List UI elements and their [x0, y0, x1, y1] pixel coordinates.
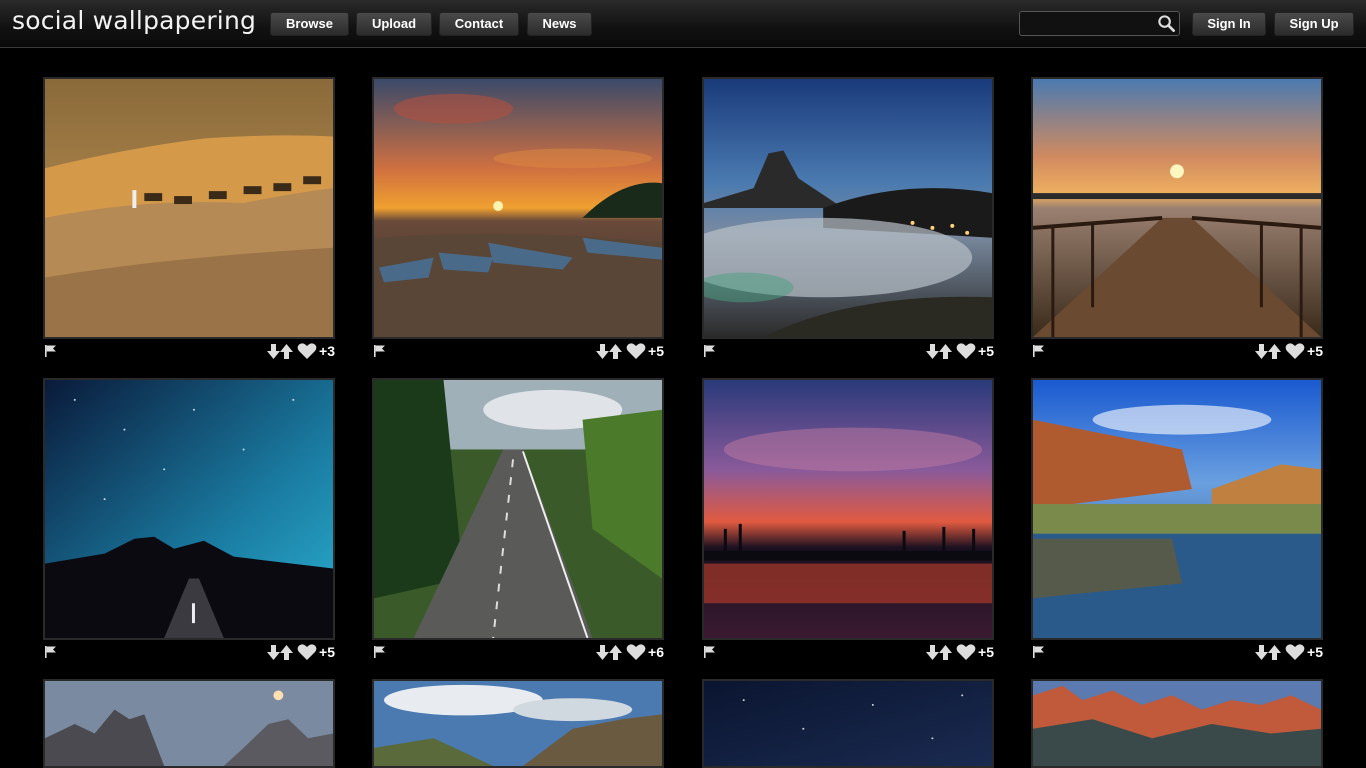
flag-icon[interactable] — [45, 345, 56, 357]
wallpaper-card — [372, 679, 664, 768]
vote-score: +5 — [1307, 343, 1323, 359]
wallpaper-card: +5 — [1031, 77, 1323, 363]
arrow-up-icon[interactable] — [280, 343, 294, 359]
arrow-down-icon[interactable] — [1255, 343, 1269, 359]
wallpaper-grid: +3 +5 +5 +5 +5 +6 +5 +5 — [0, 48, 1366, 768]
arrow-up-icon[interactable] — [939, 644, 953, 660]
vote-controls: +6 — [596, 644, 664, 660]
flag-icon[interactable] — [1033, 345, 1044, 357]
wallpaper-meta: +6 — [372, 640, 664, 664]
vote-controls: +5 — [1255, 343, 1323, 359]
wallpaper-thumbnail[interactable] — [43, 378, 335, 640]
vote-score: +5 — [978, 343, 994, 359]
flag-icon[interactable] — [45, 646, 56, 658]
arrow-down-icon[interactable] — [596, 644, 610, 660]
arrow-down-icon[interactable] — [1255, 644, 1269, 660]
search-input[interactable] — [1024, 14, 1158, 35]
flag-icon[interactable] — [704, 345, 715, 357]
search-box — [1019, 11, 1180, 36]
heart-icon[interactable] — [626, 343, 646, 359]
arrow-up-icon[interactable] — [609, 343, 623, 359]
arrow-down-icon[interactable] — [267, 343, 281, 359]
vote-controls: +5 — [267, 644, 335, 660]
heart-icon[interactable] — [297, 343, 317, 359]
wallpaper-meta: +5 — [43, 640, 335, 664]
sign-up-button[interactable]: Sign Up — [1274, 12, 1354, 36]
wallpaper-card — [1031, 679, 1323, 768]
wallpaper-thumbnail[interactable] — [1031, 378, 1323, 640]
sign-in-button[interactable]: Sign In — [1192, 12, 1266, 36]
wallpaper-card: +5 — [372, 77, 664, 363]
flag-icon[interactable] — [374, 345, 385, 357]
wallpaper-card: +5 — [702, 378, 994, 664]
search-icon[interactable] — [1157, 14, 1176, 33]
wallpaper-meta: +5 — [702, 339, 994, 363]
vote-controls: +5 — [926, 644, 994, 660]
arrow-down-icon[interactable] — [267, 644, 281, 660]
arrow-up-icon[interactable] — [1268, 644, 1282, 660]
arrow-up-icon[interactable] — [609, 644, 623, 660]
upload-button[interactable]: Upload — [356, 12, 432, 36]
wallpaper-meta: +5 — [372, 339, 664, 363]
vote-score: +5 — [648, 343, 664, 359]
wallpaper-meta: +5 — [1031, 640, 1323, 664]
arrow-up-icon[interactable] — [280, 644, 294, 660]
flag-icon[interactable] — [374, 646, 385, 658]
wallpaper-thumbnail[interactable] — [1031, 679, 1323, 768]
news-button[interactable]: News — [527, 12, 592, 36]
contact-button[interactable]: Contact — [439, 12, 519, 36]
wallpaper-thumbnail[interactable] — [1031, 77, 1323, 339]
wallpaper-card — [702, 679, 994, 768]
heart-icon[interactable] — [1285, 644, 1305, 660]
wallpaper-thumbnail[interactable] — [43, 77, 335, 339]
arrow-up-icon[interactable] — [939, 343, 953, 359]
wallpaper-card: +6 — [372, 378, 664, 664]
wallpaper-thumbnail[interactable] — [702, 378, 994, 640]
vote-controls: +5 — [1255, 644, 1323, 660]
vote-score: +5 — [319, 644, 335, 660]
wallpaper-card: +5 — [1031, 378, 1323, 664]
wallpaper-thumbnail[interactable] — [372, 378, 664, 640]
heart-icon[interactable] — [1285, 343, 1305, 359]
wallpaper-card: +5 — [43, 378, 335, 664]
flag-icon[interactable] — [704, 646, 715, 658]
browse-button[interactable]: Browse — [270, 12, 349, 36]
arrow-down-icon[interactable] — [596, 343, 610, 359]
heart-icon[interactable] — [626, 644, 646, 660]
flag-icon[interactable] — [1033, 646, 1044, 658]
wallpaper-meta: +3 — [43, 339, 335, 363]
wallpaper-thumbnail[interactable] — [43, 679, 335, 768]
heart-icon[interactable] — [297, 644, 317, 660]
wallpaper-card: +3 — [43, 77, 335, 363]
heart-icon[interactable] — [956, 644, 976, 660]
wallpaper-meta: +5 — [702, 640, 994, 664]
vote-controls: +3 — [267, 343, 335, 359]
wallpaper-meta: +5 — [1031, 339, 1323, 363]
wallpaper-thumbnail[interactable] — [702, 77, 994, 339]
vote-controls: +5 — [926, 343, 994, 359]
arrow-up-icon[interactable] — [1268, 343, 1282, 359]
wallpaper-thumbnail[interactable] — [702, 679, 994, 768]
arrow-down-icon[interactable] — [926, 343, 940, 359]
wallpaper-thumbnail[interactable] — [372, 679, 664, 768]
vote-score: +5 — [978, 644, 994, 660]
wallpaper-card: +5 — [702, 77, 994, 363]
arrow-down-icon[interactable] — [926, 644, 940, 660]
wallpaper-thumbnail[interactable] — [372, 77, 664, 339]
wallpaper-card — [43, 679, 335, 768]
vote-score: +3 — [319, 343, 335, 359]
vote-controls: +5 — [596, 343, 664, 359]
vote-score: +5 — [1307, 644, 1323, 660]
top-navigation-bar: social wallpapering Browse Upload Contac… — [0, 0, 1366, 48]
site-logo[interactable]: social wallpapering — [12, 6, 256, 35]
vote-score: +6 — [648, 644, 664, 660]
heart-icon[interactable] — [956, 343, 976, 359]
